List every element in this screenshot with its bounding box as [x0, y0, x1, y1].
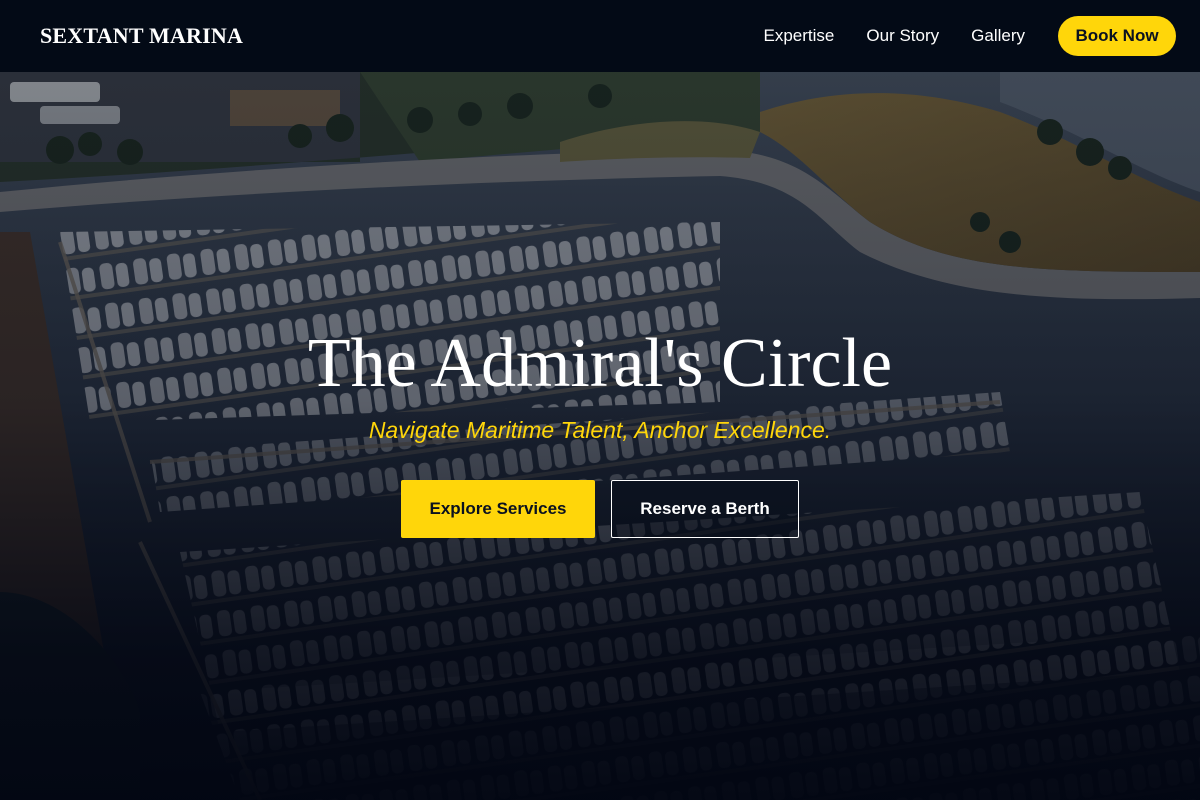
nav-link-our-story[interactable]: Our Story [866, 26, 939, 46]
book-now-button[interactable]: Book Now [1058, 16, 1176, 56]
brand-logo[interactable]: SEXTANT MARINA [40, 23, 243, 49]
reserve-berth-button[interactable]: Reserve a Berth [611, 480, 799, 538]
explore-services-button[interactable]: Explore Services [401, 480, 595, 538]
nav-link-gallery[interactable]: Gallery [971, 26, 1025, 46]
nav-menu: Expertise Our Story Gallery Book Now [764, 16, 1176, 56]
top-navigation: SEXTANT MARINA Expertise Our Story Galle… [0, 0, 1200, 72]
nav-link-expertise[interactable]: Expertise [764, 26, 835, 46]
hero-tagline: Navigate Maritime Talent, Anchor Excelle… [368, 417, 832, 443]
hero-title: The Admiral's Circle [307, 325, 893, 402]
hero-cta-group: Explore Services Reserve a Berth [401, 480, 799, 538]
